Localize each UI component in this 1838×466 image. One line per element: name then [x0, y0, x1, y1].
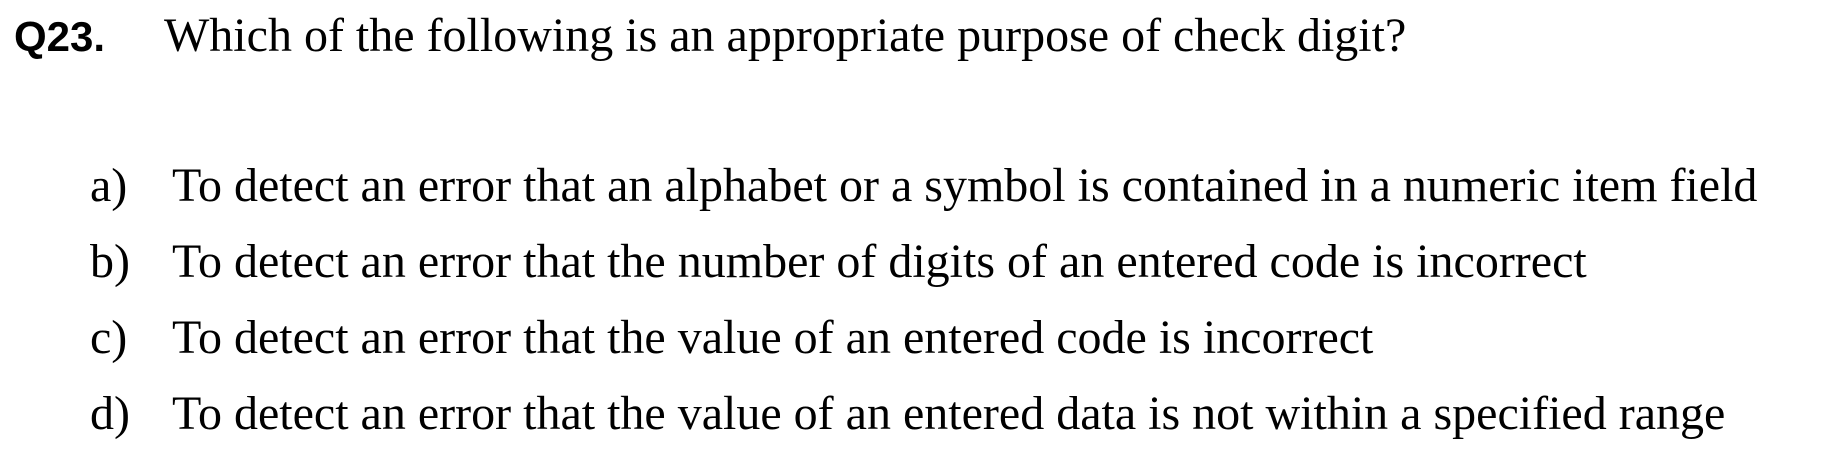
option-c: c) To detect an error that the value of …	[90, 314, 1757, 390]
option-letter: a)	[90, 159, 128, 212]
option-text: To detect an error that the number of di…	[172, 235, 1587, 288]
option-letter: b)	[90, 235, 130, 288]
option-text: To detect an error that an alphabet or a…	[172, 159, 1758, 212]
option-b: b) To detect an error that the number of…	[90, 238, 1757, 314]
question-header: Q23. Which of the following is an approp…	[14, 8, 1406, 63]
question-number: Q23.	[14, 13, 106, 60]
question-text: Which of the following is an appropriate…	[164, 9, 1407, 62]
option-a: a) To detect an error that an alphabet o…	[90, 162, 1757, 238]
option-letter: d)	[90, 387, 130, 440]
option-d: d) To detect an error that the value of …	[90, 390, 1757, 466]
option-letter: c)	[90, 311, 128, 364]
answer-options-list: a) To detect an error that an alphabet o…	[90, 162, 1757, 466]
option-text: To detect an error that the value of an …	[172, 387, 1726, 440]
option-text: To detect an error that the value of an …	[172, 311, 1374, 364]
